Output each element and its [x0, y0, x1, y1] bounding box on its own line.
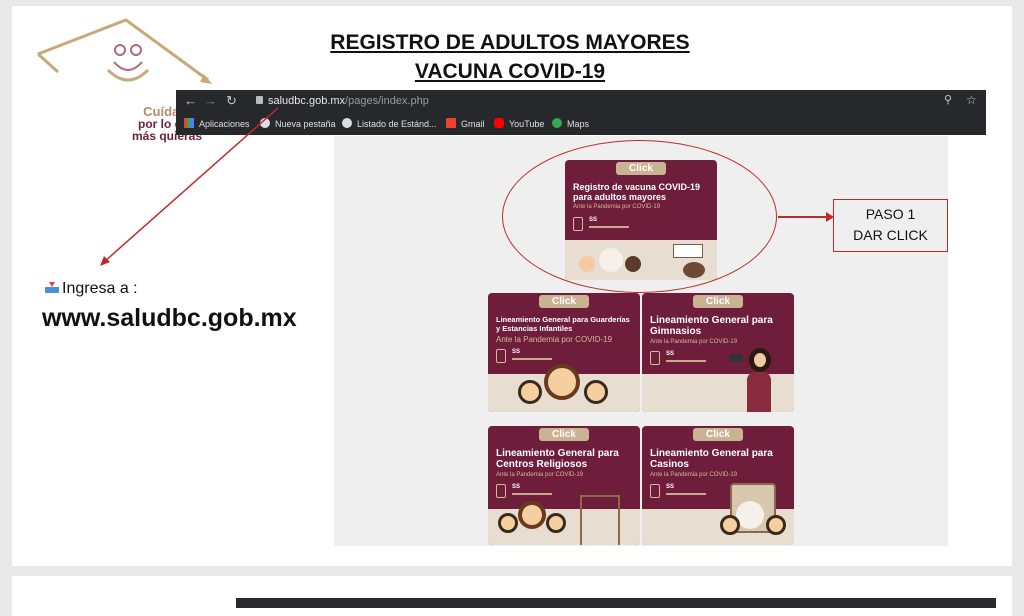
- inbox-tray-icon: [44, 281, 60, 293]
- ingresa-instruction: Ingresa a :: [44, 280, 138, 298]
- site-url-text: www.saludbc.gob.mx: [42, 304, 297, 332]
- url-pointer-arrow: [100, 107, 279, 266]
